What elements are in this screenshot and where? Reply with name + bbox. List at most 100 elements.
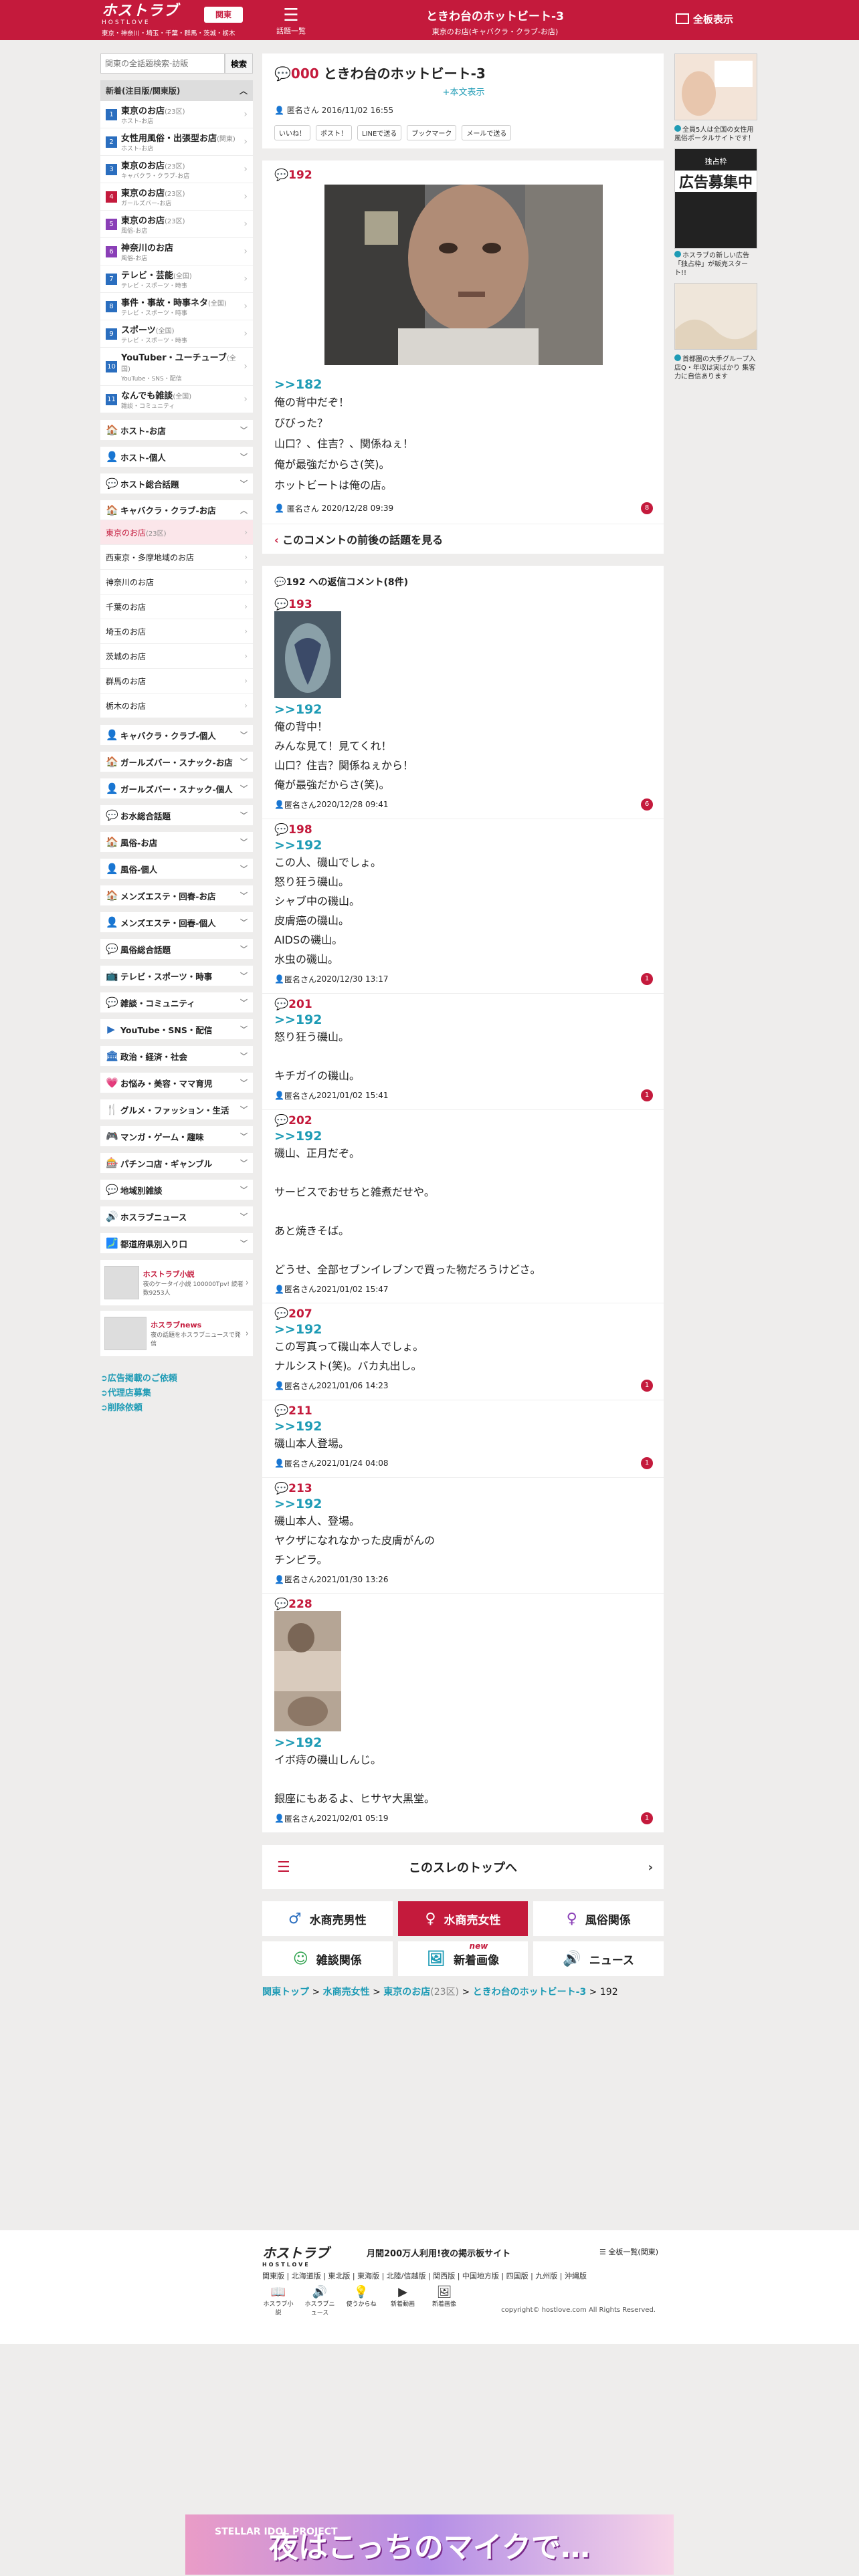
reply-photo[interactable] bbox=[274, 1611, 341, 1731]
category-item[interactable]: 👤 ガールズバー・スナック-個人 ﹀ bbox=[100, 778, 253, 798]
reply-reference[interactable]: >>192 bbox=[274, 1012, 653, 1027]
new-topic-item[interactable]: 1 東京のお店(23区) ホスト-お店 › bbox=[100, 101, 253, 128]
share-button[interactable]: いいね！ bbox=[274, 125, 310, 140]
genre-nav-item[interactable]: ☺ 雑談関係 bbox=[262, 1941, 393, 1976]
breadcrumb-thread[interactable]: ときわ台のホットビート-3 bbox=[473, 1987, 587, 1998]
category-item[interactable]: 👤 風俗-個人 ﹀ bbox=[100, 859, 253, 879]
breadcrumb-kanto-top[interactable]: 関東トップ bbox=[262, 1987, 309, 1998]
category-item[interactable]: 👤 キャバクラ・クラブ-個人 ﹀ bbox=[100, 725, 253, 745]
category-item[interactable]: 💗 お悩み・美容・ママ育児 ﹀ bbox=[100, 1073, 253, 1093]
reply-count-badge[interactable]: 1 bbox=[641, 1812, 653, 1824]
new-topic-item[interactable]: 6 神奈川のお店 風俗-お店 › bbox=[100, 238, 253, 265]
category-item[interactable]: 💬 お水総合話題 ﹀ bbox=[100, 805, 253, 825]
reply-count-badge[interactable]: 8 bbox=[641, 502, 653, 514]
board-subitem[interactable]: 栃木のお店 › bbox=[100, 693, 253, 718]
reply-reference[interactable]: >>192 bbox=[274, 702, 653, 717]
new-topic-item[interactable]: 8 事件・事故・時事ネタ(全国) テレビ・スポーツ・時事 › bbox=[100, 293, 253, 320]
footer-all-boards[interactable]: ☰ 全板一覧(関東) bbox=[599, 2246, 658, 2257]
genre-nav-item[interactable]: 🔊 ニュース bbox=[533, 1941, 664, 1976]
genre-nav-item[interactable]: ♀ 水商売女性 bbox=[397, 1901, 529, 1936]
category-item[interactable]: 🏛 政治・経済・社会 ﹀ bbox=[100, 1046, 253, 1066]
category-item[interactable]: 🏠 風俗-お店 ﹀ bbox=[100, 832, 253, 852]
share-button[interactable]: LINEで送る bbox=[357, 125, 402, 140]
reply-count-badge[interactable]: 1 bbox=[641, 1457, 653, 1469]
board-subitem[interactable]: 千葉のお店 › bbox=[100, 595, 253, 619]
new-topic-item[interactable]: 9 スポーツ(全国) テレビ・スポーツ・時事 › bbox=[100, 320, 253, 348]
footer-icon-link[interactable]: 🔊 ホスラブニュース bbox=[304, 2285, 336, 2317]
category-item[interactable]: ▶ YouTube・SNS・配信 ﹀ bbox=[100, 1019, 253, 1039]
post-photo[interactable] bbox=[324, 185, 603, 365]
search-button[interactable]: 検索 bbox=[225, 53, 253, 74]
ad-women-portal[interactable]: 全員5人は全国の女性用風俗ポータルサイトです！ bbox=[674, 53, 757, 143]
context-link[interactable]: ‹ このコメントの前後の話題を見る bbox=[262, 524, 664, 554]
bottom-ad-banner[interactable]: STELLAR IDOL PROJECT 夜はこっちのマイクで… bbox=[185, 2514, 674, 2575]
breadcrumb-genre[interactable]: 水商売女性 bbox=[323, 1987, 370, 1998]
reply-reference[interactable]: >>192 bbox=[274, 1322, 653, 1337]
footer-icon-link[interactable]: 🖼 新着画像 bbox=[428, 2285, 460, 2317]
footer-icon-link[interactable]: 📖 ホスラブ小説 bbox=[262, 2285, 294, 2317]
new-topic-item[interactable]: 3 東京のお店(23区) キャバクラ・クラブ-お店 › bbox=[100, 156, 253, 183]
category-item[interactable]: 🔊 ホスラブニュース ﹀ bbox=[100, 1206, 253, 1226]
new-topics-header[interactable]: 新着(注目版/関東版) ︿ bbox=[100, 80, 253, 101]
category-item[interactable]: 💬 地域別雑談 ﹀ bbox=[100, 1180, 253, 1200]
sidebar-link[interactable]: ➲広告掲載のご依頼 bbox=[100, 1371, 253, 1384]
reply-reference[interactable]: >>192 bbox=[274, 1129, 653, 1144]
sidebar-link[interactable]: ➲削除依頼 bbox=[100, 1400, 253, 1413]
category-item[interactable]: 🏠 ホスト-お店 ﹀ bbox=[100, 420, 253, 440]
new-topic-item[interactable]: 11 なんでも雑談(全国) 雑談・コミュニティ › bbox=[100, 386, 253, 413]
board-subitem[interactable]: 埼玉のお店 › bbox=[100, 619, 253, 644]
reply-reference[interactable]: >>192 bbox=[274, 838, 653, 853]
board-subitem[interactable]: 茨城のお店 › bbox=[100, 644, 253, 669]
show-body-link[interactable]: +本文表示 bbox=[274, 85, 653, 98]
reply-count-badge[interactable]: 1 bbox=[641, 1089, 653, 1101]
ad-group-recruit[interactable]: 首都圏の大手グループ入店Q・年収は実ばかり 集客力に自信あります bbox=[674, 283, 757, 381]
sidebar-banner[interactable]: ホストラブ小説 夜のケータイ小説 100000Tpv! 読者数9253人 › bbox=[100, 1260, 253, 1305]
reply-reference[interactable]: >>192 bbox=[274, 1419, 653, 1434]
category-item[interactable]: 💬 雑談・コミュニティ ﹀ bbox=[100, 992, 253, 1012]
sidebar-link[interactable]: ➲代理店募集 bbox=[100, 1386, 253, 1398]
site-logo[interactable]: ホストラブ HOSTLOVE 東京・神奈川・埼玉・千葉・群馬・茨城・栃木 bbox=[102, 4, 235, 38]
new-topic-item[interactable]: 7 テレビ・芸能(全国) テレビ・スポーツ・時事 › bbox=[100, 265, 253, 293]
footer-icon-link[interactable]: 💡 使うからね bbox=[345, 2285, 377, 2317]
share-button[interactable]: メールで送る bbox=[462, 125, 512, 140]
reply-reference[interactable]: >>192 bbox=[274, 1497, 653, 1511]
genre-nav-item[interactable]: ♀ 風俗関係 bbox=[533, 1901, 664, 1936]
reply-reference[interactable]: >>182 bbox=[274, 377, 653, 392]
category-item[interactable]: 🏠 ガールズバー・スナック-お店 ﹀ bbox=[100, 752, 253, 772]
breadcrumb-board[interactable]: 東京のお店 bbox=[383, 1987, 430, 1998]
category-item[interactable]: 👤 メンズエステ・回春-個人 ﹀ bbox=[100, 912, 253, 932]
board-subitem[interactable]: 東京のお店 (23区) › bbox=[100, 520, 253, 545]
reply-photo[interactable] bbox=[274, 611, 341, 698]
category-item[interactable]: 📺 テレビ・スポーツ・時事 ﹀ bbox=[100, 966, 253, 986]
new-topic-item[interactable]: 5 東京のお店(23区) 風俗-お店 › bbox=[100, 211, 253, 238]
new-topic-item[interactable]: 4 東京のお店(23区) ガールズバー-お店 › bbox=[100, 183, 253, 211]
reply-count-badge[interactable]: 6 bbox=[641, 798, 653, 811]
genre-nav-item[interactable]: 🖼 新着画像 new bbox=[397, 1941, 529, 1976]
thread-top-button[interactable]: ☰ このスレのトップへ › bbox=[262, 1845, 664, 1889]
category-kyaba-shop[interactable]: 🏠 キャバクラ・クラブ-お店 ︿ bbox=[100, 500, 253, 520]
category-item[interactable]: 🎮 マンガ・ゲーム・趣味 ﹀ bbox=[100, 1126, 253, 1146]
category-item[interactable]: 🏠 メンズエステ・回春-お店 ﹀ bbox=[100, 885, 253, 905]
category-item[interactable]: 🗾 都道府県別入り口 ﹀ bbox=[100, 1233, 253, 1253]
region-kanto-button[interactable]: 関東 bbox=[204, 7, 243, 23]
sidebar-banner[interactable]: ホスラブnews 夜の話題をホスラブニュースで発信 › bbox=[100, 1311, 253, 1356]
full-view-button[interactable]: 全板表示 bbox=[676, 12, 733, 26]
footer-icon-link[interactable]: ▶ 新着動画 bbox=[387, 2285, 419, 2317]
share-button[interactable]: ポスト！ bbox=[316, 125, 352, 140]
share-button[interactable]: ブックマーク bbox=[407, 125, 457, 140]
category-item[interactable]: 💬 風俗総合話題 ﹀ bbox=[100, 939, 253, 959]
topic-list-button[interactable]: ☰ 話題一覧 bbox=[268, 5, 314, 36]
reply-count-badge[interactable]: 1 bbox=[641, 1380, 653, 1392]
board-subitem[interactable]: 神奈川のお店 › bbox=[100, 570, 253, 595]
category-item[interactable]: 🍴 グルメ・ファッション・生活 ﹀ bbox=[100, 1099, 253, 1119]
genre-nav-item[interactable]: ♂ 水商売男性 bbox=[262, 1901, 393, 1936]
ad-exclusive-slot[interactable]: 独占枠 広告募集中 ホスラブの新しい広告「独占枠」が販売スタート!! bbox=[674, 148, 757, 278]
footer-logo[interactable]: ホストラブ HOSTLOVE bbox=[262, 2242, 329, 2268]
board-subitem[interactable]: 西東京・多摩地域のお店 › bbox=[100, 545, 253, 570]
reply-reference[interactable]: >>192 bbox=[274, 1735, 653, 1750]
category-item[interactable]: 👤 ホスト-個人 ﹀ bbox=[100, 447, 253, 467]
search-input[interactable] bbox=[100, 53, 225, 74]
category-item[interactable]: 💬 ホスト総合話題 ﹀ bbox=[100, 473, 253, 494]
new-topic-item[interactable]: 2 女性用風俗・出張型お店(関東) ホスト-お店 › bbox=[100, 128, 253, 156]
reply-count-badge[interactable]: 1 bbox=[641, 973, 653, 985]
